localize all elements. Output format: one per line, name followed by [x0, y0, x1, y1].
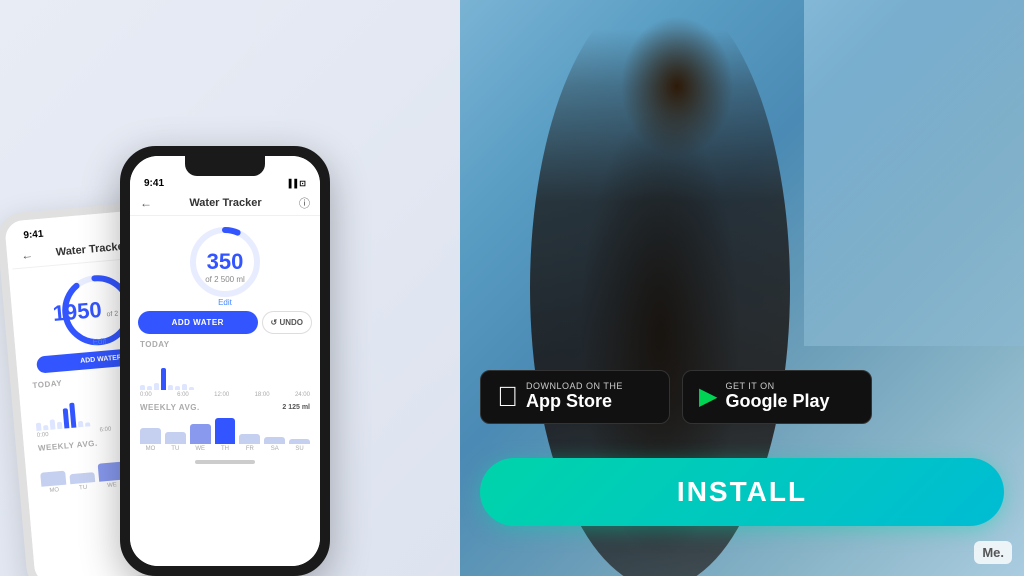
app-store-button[interactable]:  Download on the App Store	[480, 370, 670, 424]
front-undo-button[interactable]: ↺ UNDO	[262, 311, 312, 334]
front-bar-3	[154, 383, 159, 390]
front-bar-8	[189, 387, 194, 390]
front-label-0: 0:00	[140, 392, 152, 398]
back-wlabel-tu: TU	[70, 484, 95, 492]
google-play-icon: ▶	[699, 385, 717, 409]
store-buttons-container:  Download on the App Store ▶ GET IT ON …	[480, 370, 872, 424]
front-of-label: of 2 500 ml	[130, 275, 320, 284]
front-time: 9:41	[144, 178, 164, 189]
front-nav-bar: ← Water Tracker ⓘ	[130, 191, 320, 216]
app-store-text: Download on the App Store	[526, 381, 623, 413]
back-label-6: 6:00	[99, 426, 111, 433]
front-weekly-labels: MO TU WE TH FR SA SU	[140, 446, 310, 452]
left-panel: 9:41 ▐▐ ⊡ ← Water Tracker ⓘ 1950 of 2 50…	[0, 0, 460, 576]
back-nav-title: Water Tracker	[55, 240, 128, 258]
front-weekly-label: WEEKLY AVG.	[140, 403, 200, 412]
front-wbar-sa	[264, 437, 285, 444]
front-wbar-tu	[165, 432, 186, 444]
front-wbar-th	[215, 418, 236, 444]
front-add-water-button[interactable]: ADD WATER	[138, 311, 258, 334]
back-wlabel-mo: MO	[42, 487, 67, 495]
front-wbar-mo	[140, 428, 161, 444]
front-wlabel-fr: FR	[239, 446, 260, 452]
back-wbar-mo	[40, 471, 66, 487]
front-add-water-row: ADD WATER ↺ UNDO	[130, 311, 320, 334]
front-bar-5	[168, 385, 173, 390]
back-amount: 1950	[52, 297, 103, 326]
back-bar-4	[57, 422, 63, 429]
back-wbar-tu	[69, 472, 95, 484]
back-time: 9:41	[23, 229, 44, 242]
back-bar-2	[43, 425, 48, 430]
home-bar	[195, 460, 255, 464]
front-wlabel-we: WE	[190, 446, 211, 452]
front-weekly-chart: MO TU WE TH FR SA SU	[130, 412, 320, 454]
back-nav-arrow: ←	[21, 248, 34, 263]
front-nav-info: ⓘ	[299, 195, 310, 211]
front-today-label: TODAY	[130, 338, 320, 351]
front-wlabel-th: TH	[215, 446, 236, 452]
back-bar-1	[36, 423, 42, 431]
front-weekly-ml: 2 125 ml	[282, 404, 310, 411]
install-button[interactable]: INSTALL	[480, 458, 1004, 526]
front-wlabel-mo: MO	[140, 446, 161, 452]
front-label-6: 6:00	[177, 392, 189, 398]
phone-front-inner: 9:41 ▐▐ ⊡ ← Water Tracker ⓘ 350	[130, 156, 320, 566]
front-chart: 0:00 6:00 12:00 18:00 24:00	[130, 351, 320, 401]
app-store-subtitle: Download on the	[526, 381, 623, 391]
back-bar-6	[69, 403, 76, 428]
phone-notch	[185, 156, 265, 176]
google-play-text: GET IT ON Google Play	[725, 381, 829, 413]
front-wlabel-sa: SA	[264, 446, 285, 452]
phone-front-screen: 9:41 ▐▐ ⊡ ← Water Tracker ⓘ 350	[130, 156, 320, 566]
google-play-title: Google Play	[725, 391, 829, 413]
front-bar-1	[140, 385, 145, 390]
front-bar-6	[175, 386, 180, 390]
front-chart-labels: 0:00 6:00 12:00 18:00 24:00	[140, 392, 310, 398]
front-wlabel-tu: TU	[165, 446, 186, 452]
front-nav-title: Water Tracker	[189, 197, 261, 209]
front-wbar-su	[289, 439, 310, 444]
front-chart-bars	[140, 355, 310, 390]
front-bar-7	[182, 384, 187, 390]
front-weekly-bars	[140, 414, 310, 444]
front-bar-2	[147, 386, 152, 390]
front-edit[interactable]: Edit	[130, 298, 320, 307]
back-bar-8	[85, 422, 90, 426]
front-wlabel-su: SU	[289, 446, 310, 452]
front-wbar-fr	[239, 434, 260, 444]
google-play-button[interactable]: ▶ GET IT ON Google Play	[682, 370, 872, 424]
front-label-12: 12:00	[214, 392, 229, 398]
back-bar-5	[63, 408, 70, 428]
me-logo: Me.	[974, 541, 1012, 564]
front-label-24: 24:00	[295, 392, 310, 398]
front-status-icons: ▐▐ ⊡	[286, 179, 306, 188]
back-bar-3	[50, 419, 56, 429]
front-amount: 350	[130, 249, 320, 275]
app-store-title: App Store	[526, 391, 623, 413]
back-bar-7	[78, 421, 84, 427]
back-label-0: 0:00	[37, 432, 49, 439]
front-bar-4	[161, 368, 166, 390]
front-label-18: 18:00	[255, 392, 270, 398]
right-content:  Download on the App Store ▶ GET IT ON …	[460, 0, 1024, 576]
apple-icon: 	[497, 383, 518, 411]
front-wbar-we	[190, 424, 211, 444]
front-nav-arrow: ←	[140, 196, 152, 210]
google-play-subtitle: GET IT ON	[725, 381, 829, 391]
right-panel:  Download on the App Store ▶ GET IT ON …	[460, 0, 1024, 576]
phone-front: 9:41 ▐▐ ⊡ ← Water Tracker ⓘ 350	[120, 146, 330, 576]
